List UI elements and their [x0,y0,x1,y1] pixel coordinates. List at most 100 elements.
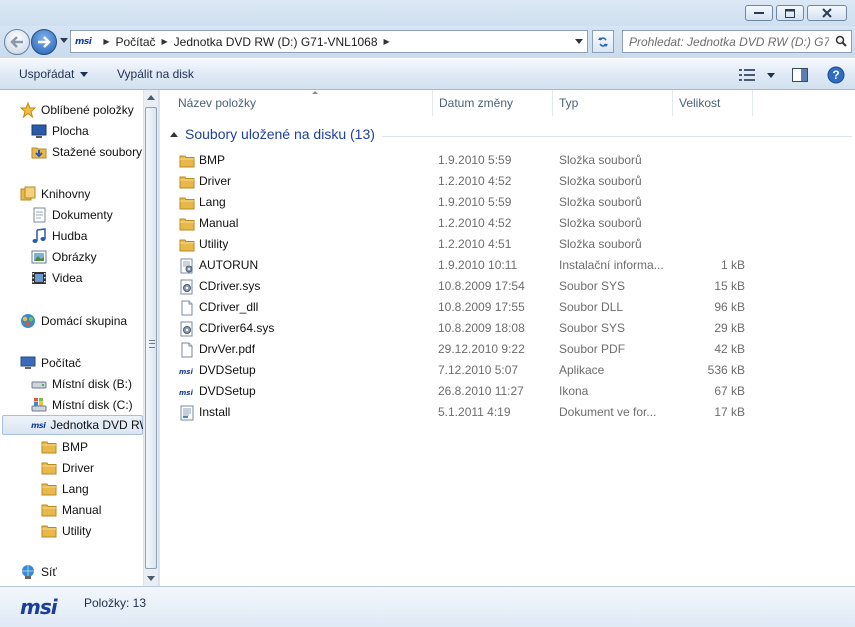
folder-icon [41,481,57,497]
nav-scrollbar[interactable] [143,90,158,586]
folder-icon [179,195,195,211]
libraries-icon [20,186,36,202]
file-row[interactable]: CDriver.sys 10.8.2009 17:54 Soubor SYS 15 k… [160,276,855,297]
nav-item-music[interactable]: Hudba [31,226,87,246]
file-row[interactable]: BMP 1.9.2010 5:59 Složka souborů [160,150,855,171]
back-button[interactable] [4,29,30,55]
search-input[interactable] [629,34,829,49]
group-header-label: Soubory uložené na disku (13) [185,126,375,142]
column-header-date[interactable]: Datum změny [434,90,553,116]
nav-subfolder[interactable]: Driver [41,458,94,478]
file-row[interactable]: DrvVer.pdf 29.12.2010 9:22 Soubor PDF 42 kB [160,339,855,360]
file-name: CDriver.sys [199,279,261,293]
refresh-button[interactable] [592,30,614,53]
column-header-label: Velikost [679,96,721,110]
setup-info-icon [179,258,195,274]
homegroup-icon [20,313,36,329]
nav-favorites[interactable]: Oblíbené položky [19,100,134,120]
file-row[interactable]: CDriver64.sys 10.8.2009 18:08 Soubor SYS 29… [160,318,855,339]
breadcrumb-drive[interactable]: Jednotka DVD RW (D:) G71-VNL1068 [174,35,378,49]
window-controls [745,5,847,21]
address-bar[interactable]: msi ▶ Počítač ▶ Jednotka DVD RW (D:) G71… [70,30,588,53]
scrollbar-thumb[interactable] [145,107,157,569]
file-row[interactable]: Utility 1.2.2010 4:51 Složka souborů [160,234,855,255]
preview-pane-button[interactable] [791,65,809,85]
file-type: Složka souborů [559,174,642,188]
nav-computer[interactable]: Počítač [20,353,81,373]
collapse-group-icon[interactable] [170,131,178,137]
folder-icon [41,439,57,455]
file-name: Utility [199,237,229,251]
close-icon [822,8,832,18]
close-button[interactable] [807,5,847,21]
nav-item-pictures[interactable]: Obrázky [31,247,97,267]
file-row[interactable]: AUTORUN 1.9.2010 10:11 Instalační informa.… [160,255,855,276]
nav-network[interactable]: Síť [20,562,57,582]
column-header-size[interactable]: Velikost [674,90,753,116]
nav-item-desktop[interactable]: Plocha [31,121,89,141]
nav-item-downloads[interactable]: Stažené soubory [31,142,142,162]
nav-subfolder[interactable]: Utility [41,521,91,541]
file-date: 7.12.2010 5:07 [438,363,519,377]
file-row[interactable]: Lang 1.9.2010 5:59 Složka souborů [160,192,855,213]
file-row[interactable]: Install 5.1.2011 4:19 Dokument ve for... 17… [160,402,855,423]
breadcrumb-computer[interactable]: Počítač [115,35,155,49]
file-date: 29.12.2010 9:22 [438,342,525,356]
file-name: Manual [199,216,239,230]
msi-drive-icon: msi [31,420,46,430]
pictures-icon [31,249,47,265]
folder-icon [41,460,57,476]
maximize-icon [785,8,795,18]
file-row[interactable]: Driver 1.2.2010 4:52 Složka souborů [160,171,855,192]
help-button[interactable]: ? [826,65,846,85]
maximize-button[interactable] [776,5,804,21]
nav-item-videos[interactable]: Videa [31,268,82,288]
forward-button[interactable] [31,29,57,55]
network-icon [20,564,36,580]
nav-libraries[interactable]: Knihovny [20,184,90,204]
file-row[interactable]: msi DVDSetup 26.8.2010 11:27 Ikona 67 kB [160,381,855,402]
column-header-type[interactable]: Typ [554,90,673,116]
group-header[interactable]: Soubory uložené na disku (13) [170,126,375,142]
downloads-folder-icon [31,144,47,160]
file-date: 1.9.2010 5:59 [438,153,512,167]
nav-item-documents[interactable]: Dokumenty [31,205,113,225]
navigation-pane: Oblíbené položky Plocha Stažené soubory … [0,90,159,586]
file-name: DVDSetup [199,384,256,398]
search-icon[interactable] [835,35,847,47]
nav-item-local-disk-c[interactable]: Místní disk (C:) [31,395,133,415]
star-icon [19,101,37,119]
burn-to-disc-button[interactable]: Vypálit na disk [117,67,194,81]
breadcrumb-separator-icon[interactable]: ▶ [384,37,390,46]
minimize-button[interactable] [745,5,773,21]
nav-homegroup[interactable]: Domácí skupina [20,311,127,331]
forward-arrow-icon [38,36,51,48]
file-name: CDriver_dll [199,300,259,314]
change-view-button[interactable] [737,65,777,85]
organize-button[interactable]: Uspořádat [19,67,89,81]
nav-subfolder[interactable]: Manual [41,500,101,520]
item-count: Položky: 13 [84,596,147,610]
nav-computer-label: Počítač [41,356,82,370]
file-type: Soubor DLL [559,300,624,314]
nav-item-label: Místní disk (C:) [52,398,133,412]
search-box[interactable] [622,30,852,53]
blank-file-icon [179,300,195,316]
folder-icon [41,502,57,518]
file-row[interactable]: msi DVDSetup 7.12.2010 5:07 Aplikace 536 kB [160,360,855,381]
nav-subfolder[interactable]: BMP [41,437,88,457]
breadcrumb-separator-icon[interactable]: ▶ [162,37,168,46]
file-date: 5.1.2011 4:19 [438,405,511,419]
breadcrumb-separator-icon[interactable]: ▶ [103,37,109,46]
column-header-name[interactable]: Název položky [173,90,433,116]
scroll-down-icon[interactable] [147,576,155,581]
nav-item-dvd-drive[interactable]: msi Jednotka DVD RW [2,415,151,435]
nav-item-local-disk-b[interactable]: Místní disk (B:) [31,374,132,394]
address-history-dropdown[interactable] [575,39,583,44]
file-row[interactable]: Manual 1.2.2010 4:52 Složka souborů [160,213,855,234]
nav-subfolder[interactable]: Lang [41,479,89,499]
chevron-down-icon [767,72,775,78]
scroll-up-icon[interactable] [147,95,155,100]
recent-pages-dropdown[interactable] [60,38,68,43]
file-row[interactable]: CDriver_dll 10.8.2009 17:55 Soubor DLL 96 k… [160,297,855,318]
